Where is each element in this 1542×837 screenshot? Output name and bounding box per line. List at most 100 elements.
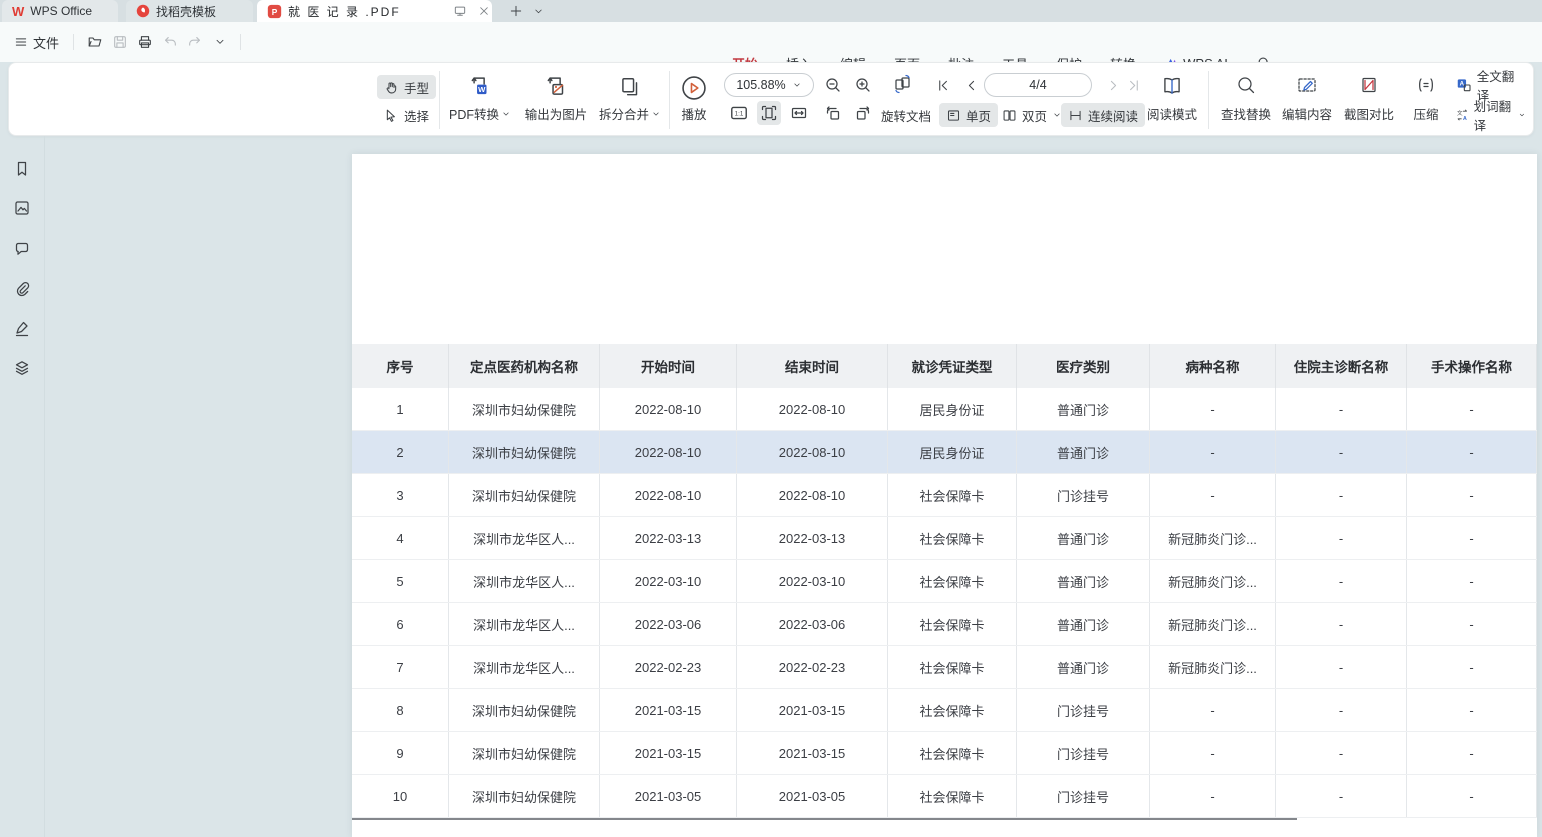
zoom-level-value: 105.88% <box>736 78 785 92</box>
cell-institution: 深圳市妇幼保健院 <box>449 388 600 430</box>
word-translate-button[interactable]: 文 A 划词翻译 <box>1449 103 1533 127</box>
cell-end-date: 2022-03-13 <box>737 517 888 559</box>
edit-content-button[interactable]: 编辑内容 <box>1275 71 1339 129</box>
play-label: 播放 <box>681 104 706 123</box>
cell-start-date: 2022-03-06 <box>600 603 737 645</box>
new-tab-plus-icon[interactable] <box>508 3 524 19</box>
chevron-down-icon <box>792 80 802 90</box>
hand-icon <box>384 80 399 95</box>
select-tool-button[interactable]: 选择 <box>377 103 436 127</box>
divider <box>439 71 440 129</box>
table-row: 7 深圳市龙华区人... 2022-02-23 2022-02-23 社会保障卡… <box>352 646 1537 689</box>
cell-operation-name: - <box>1407 474 1537 516</box>
column-header: 就诊凭证类型 <box>888 344 1017 388</box>
cell-seq: 2 <box>352 431 449 473</box>
compress-label: 压缩 <box>1413 104 1438 123</box>
page-number-input[interactable]: 4/4 <box>984 73 1092 97</box>
cell-seq: 6 <box>352 603 449 645</box>
monitor-icon[interactable] <box>452 3 468 19</box>
cell-end-date: 2021-03-05 <box>737 775 888 817</box>
full-translate-button[interactable]: A 全文翻译 <box>1449 73 1533 97</box>
sidebar-divider <box>44 136 45 837</box>
rotate-pages-icon[interactable] <box>891 72 915 96</box>
previous-page-icon[interactable] <box>959 73 983 97</box>
wps-logo-icon: W <box>12 4 24 19</box>
close-icon[interactable] <box>476 3 492 19</box>
zoom-in-icon[interactable] <box>851 73 875 97</box>
column-header: 定点医药机构名称 <box>449 344 600 388</box>
continuous-read-button[interactable]: 连续阅读 <box>1061 103 1145 127</box>
pdf-convert-button[interactable]: W PDF转换 <box>441 71 519 129</box>
tab-list-chevron-icon[interactable] <box>530 3 546 19</box>
single-page-button[interactable]: 单页 <box>939 103 998 127</box>
bookmarks-panel-icon[interactable] <box>13 160 31 178</box>
cell-start-date: 2022-08-10 <box>600 474 737 516</box>
table-header-row: 序号 定点医药机构名称 开始时间 结束时间 就诊凭证类型 医疗类别 病种名称 住… <box>352 344 1537 388</box>
svg-text:W: W <box>478 85 486 94</box>
fit-width-icon[interactable] <box>787 101 811 125</box>
more-actions-chevron-icon[interactable] <box>207 30 232 54</box>
cell-credential-type: 社会保障卡 <box>888 732 1017 774</box>
play-slideshow-button[interactable]: 播放 <box>659 71 729 129</box>
comments-panel-icon[interactable] <box>13 240 31 258</box>
cell-medical-category: 普通门诊 <box>1017 388 1150 430</box>
actual-size-icon[interactable]: 1:1 <box>727 101 751 125</box>
cell-credential-type: 社会保障卡 <box>888 517 1017 559</box>
cell-end-date: 2021-03-15 <box>737 689 888 731</box>
rotate-left-icon[interactable] <box>821 101 845 125</box>
medical-records-table: 序号 定点医药机构名称 开始时间 结束时间 就诊凭证类型 医疗类别 病种名称 住… <box>352 344 1537 818</box>
split-merge-icon <box>617 74 643 100</box>
cell-operation-name: - <box>1407 689 1537 731</box>
select-tool-label: 选择 <box>404 106 429 125</box>
svg-text:A: A <box>1463 116 1467 122</box>
cell-disease-name: 新冠肺炎门诊... <box>1150 603 1276 645</box>
zoom-out-icon[interactable] <box>821 73 845 97</box>
save-icon[interactable] <box>107 30 132 54</box>
export-image-label: 输出为图片 <box>525 104 588 123</box>
cell-operation-name: - <box>1407 388 1537 430</box>
open-file-icon[interactable] <box>82 30 107 54</box>
table-row: 1 深圳市妇幼保健院 2022-08-10 2022-08-10 居民身份证 普… <box>352 388 1537 431</box>
cell-credential-type: 居民身份证 <box>888 431 1017 473</box>
signature-panel-icon[interactable] <box>13 319 31 337</box>
cell-disease-name: - <box>1150 474 1276 516</box>
double-page-button[interactable]: 双页 <box>995 103 1069 127</box>
cell-end-date: 2021-03-15 <box>737 732 888 774</box>
read-mode-button[interactable]: 阅读模式 <box>1137 71 1207 129</box>
compress-button[interactable]: 压缩 <box>1401 71 1451 129</box>
cell-disease-name: - <box>1150 388 1276 430</box>
tab-label: 就 医 记 录 .PDF <box>288 3 401 20</box>
redo-icon[interactable] <box>182 30 207 54</box>
layers-panel-icon[interactable] <box>13 359 31 377</box>
cell-institution: 深圳市妇幼保健院 <box>449 732 600 774</box>
column-header: 住院主诊断名称 <box>1276 344 1407 388</box>
tab-wps-office[interactable]: W WPS Office <box>2 0 118 22</box>
fit-page-icon[interactable] <box>757 101 781 125</box>
table-bottom-border <box>352 818 1297 820</box>
hand-tool-button[interactable]: 手型 <box>377 75 436 99</box>
rotate-right-icon[interactable] <box>851 101 875 125</box>
file-menu-button[interactable]: 文件 <box>8 33 65 52</box>
undo-icon[interactable] <box>157 30 182 54</box>
zoom-level-dropdown[interactable]: 105.88% <box>724 73 814 97</box>
cell-diagnosis-name: - <box>1276 646 1407 688</box>
export-as-image-button[interactable]: 输出为图片 <box>517 71 595 129</box>
cell-diagnosis-name: - <box>1276 732 1407 774</box>
pdf-page[interactable]: 序号 定点医药机构名称 开始时间 结束时间 就诊凭证类型 医疗类别 病种名称 住… <box>352 154 1537 837</box>
cell-medical-category: 普通门诊 <box>1017 646 1150 688</box>
thumbnails-panel-icon[interactable] <box>13 199 31 217</box>
screenshot-compare-button[interactable]: 截图对比 <box>1337 71 1401 129</box>
find-replace-label: 查找替换 <box>1221 104 1271 123</box>
attachments-panel-icon[interactable] <box>13 280 31 298</box>
cell-seq: 8 <box>352 689 449 731</box>
rotate-doc-label[interactable]: 旋转文档 <box>881 106 931 125</box>
find-replace-button[interactable]: 查找替换 <box>1214 71 1278 129</box>
tab-docer-templates[interactable]: 找稻壳模板 <box>126 0 253 22</box>
cell-diagnosis-name: - <box>1276 603 1407 645</box>
print-icon[interactable] <box>132 30 157 54</box>
first-page-icon[interactable] <box>931 73 955 97</box>
cell-operation-name: - <box>1407 732 1537 774</box>
split-merge-button[interactable]: 拆分合并 <box>591 71 669 129</box>
cell-institution: 深圳市妇幼保健院 <box>449 474 600 516</box>
cell-credential-type: 社会保障卡 <box>888 775 1017 817</box>
